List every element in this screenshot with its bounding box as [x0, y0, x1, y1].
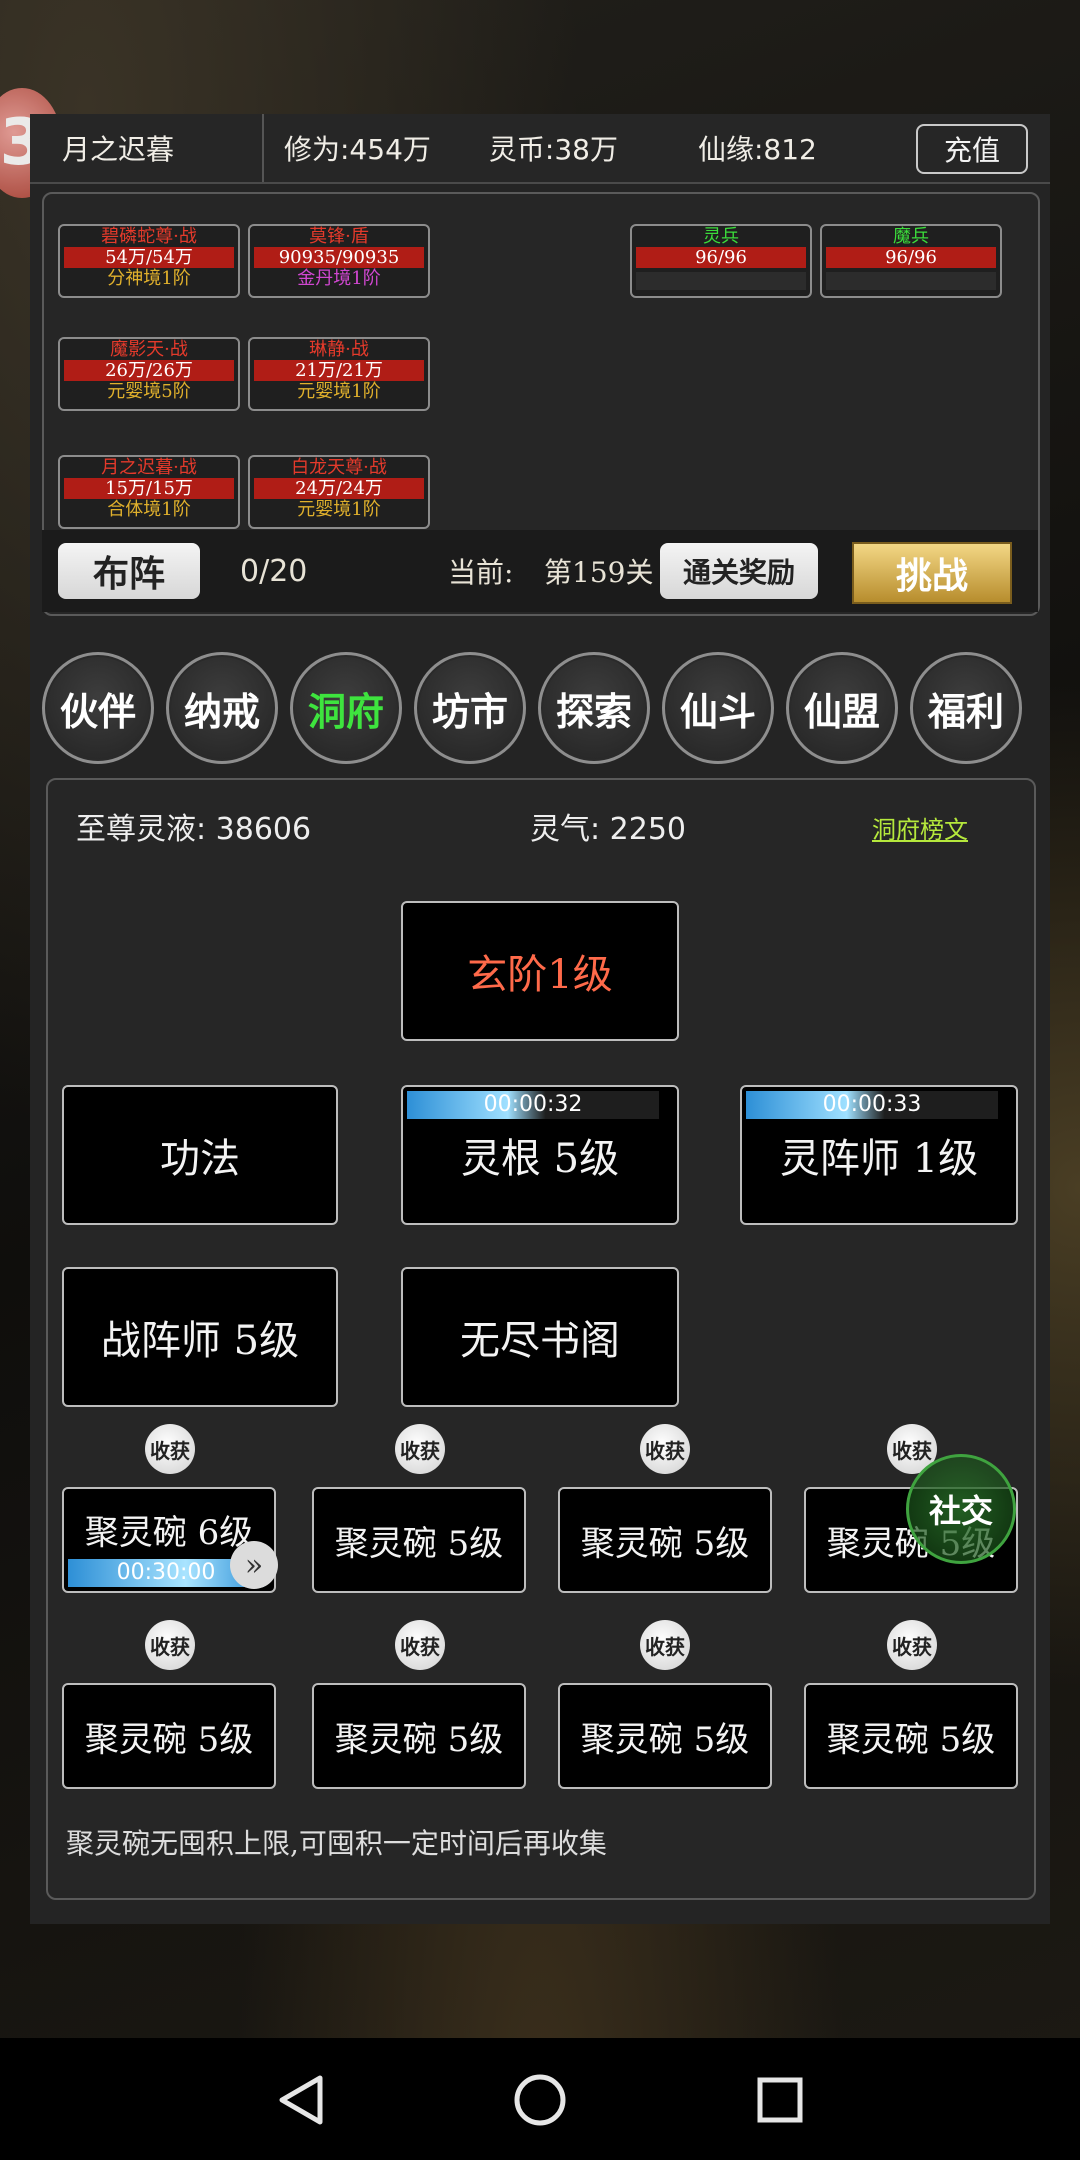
building-label: 灵阵师 1级: [779, 1136, 979, 1182]
spirit-bowl[interactable]: 聚灵碗 5级: [558, 1683, 772, 1789]
clear-reward-button[interactable]: 通关奖励: [660, 543, 818, 599]
current-label: 当前:: [448, 556, 514, 589]
building-endless-library[interactable]: 无尽书阁: [401, 1267, 679, 1407]
unit-name: 琳静·战: [309, 339, 369, 360]
social-button[interactable]: 社交: [906, 1454, 1016, 1564]
harvest-button[interactable]: 收获: [395, 1620, 445, 1670]
tab-companions[interactable]: 伙伴: [42, 652, 154, 764]
unit-hp: 15万/15万: [64, 478, 234, 499]
unit-realm: 元婴境1阶: [297, 499, 381, 520]
building-technique[interactable]: 功法: [62, 1085, 338, 1225]
unit-name: 魔兵: [893, 226, 929, 247]
upgrade-timer: 00:00:32: [407, 1091, 659, 1119]
spirit-bowl[interactable]: 聚灵碗 5级: [558, 1487, 772, 1593]
recents-icon[interactable]: [756, 2076, 804, 2124]
building-label: 战阵师 5级: [100, 1318, 300, 1364]
top-status-bar: 月之迟暮 修为:454万 灵币:38万 仙缘:812 充值: [30, 114, 1050, 184]
spirit-coin-stat: 灵币:38万: [488, 133, 618, 166]
unit-name: 莫锋·盾: [309, 226, 369, 247]
spirit-bowl[interactable]: 聚灵碗 5级: [312, 1487, 526, 1593]
formation-action-bar: 布阵 0/20 当前: 第159关 通关奖励 挑战: [42, 530, 1038, 612]
enemy-unit-card[interactable]: 灵兵 96/96: [630, 224, 812, 298]
unit-realm-empty: [636, 272, 806, 290]
current-stage: 第159关: [544, 556, 654, 589]
slot-count: 0/20: [240, 553, 308, 589]
unit-card[interactable]: 魔影天·战 26万/26万 元婴境5阶: [58, 337, 240, 411]
building-array-master[interactable]: 00:00:33 灵阵师 1级: [740, 1085, 1018, 1225]
main-building-button[interactable]: 玄阶1级: [401, 901, 679, 1041]
fate-stat: 仙缘:812: [697, 133, 817, 166]
unit-hp: 26万/26万: [64, 360, 234, 381]
building-spirit-root[interactable]: 00:00:32 灵根 5级: [401, 1085, 679, 1225]
harvest-button[interactable]: 收获: [640, 1424, 690, 1474]
unit-name: 碧磷蛇尊·战: [101, 226, 197, 247]
harvest-button[interactable]: 收获: [640, 1620, 690, 1670]
unit-card[interactable]: 月之迟暮·战 15万/15万 合体境1阶: [58, 455, 240, 529]
unit-realm: 元婴境1阶: [297, 381, 381, 402]
unit-name: 灵兵: [703, 226, 739, 247]
bowl-note: 聚灵碗无囤积上限,可囤积一定时间后再收集: [66, 1827, 607, 1860]
unit-realm: 分神境1阶: [107, 268, 191, 289]
unit-name: 月之迟暮·战: [101, 457, 197, 478]
challenge-button[interactable]: 挑战: [852, 542, 1012, 604]
tab-welfare[interactable]: 福利: [910, 652, 1022, 764]
building-label: 无尽书阁: [460, 1318, 620, 1364]
cultivation-stat: 修为:454万: [284, 133, 431, 166]
unit-hp: 21万/21万: [254, 360, 424, 381]
building-label: 灵根 5级: [460, 1136, 620, 1182]
unit-card[interactable]: 碧磷蛇尊·战 54万/54万 分神境1阶: [58, 224, 240, 298]
tab-cave[interactable]: 洞府: [290, 652, 402, 764]
upgrade-timer: 00:00:33: [746, 1091, 998, 1119]
spirit-qi: 灵气: 2250: [530, 812, 686, 847]
supreme-liquid: 至尊灵液: 38606: [76, 812, 312, 847]
harvest-button[interactable]: 收获: [145, 1424, 195, 1474]
tab-explore[interactable]: 探索: [538, 652, 650, 764]
unit-card[interactable]: 白龙天尊·战 24万/24万 元婴境1阶: [248, 455, 430, 529]
unit-realm: 合体境1阶: [107, 499, 191, 520]
harvest-button[interactable]: 收获: [395, 1424, 445, 1474]
tab-immortal-duel[interactable]: 仙斗: [662, 652, 774, 764]
unit-name: 白龙天尊·战: [291, 457, 387, 478]
bowl-label: 聚灵碗 6级: [84, 1513, 254, 1553]
unit-hp: 90935/90935: [254, 247, 424, 268]
tab-market[interactable]: 坊市: [414, 652, 526, 764]
tab-alliance[interactable]: 仙盟: [786, 652, 898, 764]
double-chevron-icon[interactable]: »: [230, 1541, 278, 1589]
unit-realm: 元婴境5阶: [107, 381, 191, 402]
unit-hp: 24万/24万: [254, 478, 424, 499]
unit-name: 魔影天·战: [110, 339, 188, 360]
cave-ranking-link[interactable]: 洞府榜文: [872, 810, 968, 845]
player-name[interactable]: 月之迟暮: [30, 114, 264, 182]
building-battle-array-master[interactable]: 战阵师 5级: [62, 1267, 338, 1407]
tab-storage-ring[interactable]: 纳戒: [166, 652, 278, 764]
harvest-button[interactable]: 收获: [145, 1620, 195, 1670]
enemy-unit-card[interactable]: 魔兵 96/96: [820, 224, 1002, 298]
home-icon[interactable]: [512, 2072, 568, 2128]
spirit-bowl[interactable]: 聚灵碗 6级 00:30:00 »: [62, 1487, 278, 1593]
recharge-button[interactable]: 充值: [916, 124, 1028, 174]
unit-hp: 54万/54万: [64, 247, 234, 268]
spirit-bowl[interactable]: 聚灵碗 5级: [804, 1683, 1018, 1789]
back-icon[interactable]: [276, 2074, 326, 2126]
arrange-button[interactable]: 布阵: [58, 543, 200, 599]
unit-hp: 96/96: [636, 247, 806, 268]
unit-hp: 96/96: [826, 247, 996, 268]
unit-realm-empty: [826, 272, 996, 290]
spirit-bowl[interactable]: 聚灵碗 5级: [62, 1683, 276, 1789]
spirit-bowl[interactable]: 聚灵碗 5级: [312, 1683, 526, 1789]
unit-card[interactable]: 莫锋·盾 90935/90935 金丹境1阶: [248, 224, 430, 298]
unit-realm: 金丹境1阶: [297, 268, 381, 289]
unit-card[interactable]: 琳静·战 21万/21万 元婴境1阶: [248, 337, 430, 411]
system-navigation-bar: [0, 2038, 1080, 2160]
harvest-button[interactable]: 收获: [887, 1620, 937, 1670]
building-label: 功法: [160, 1136, 240, 1182]
